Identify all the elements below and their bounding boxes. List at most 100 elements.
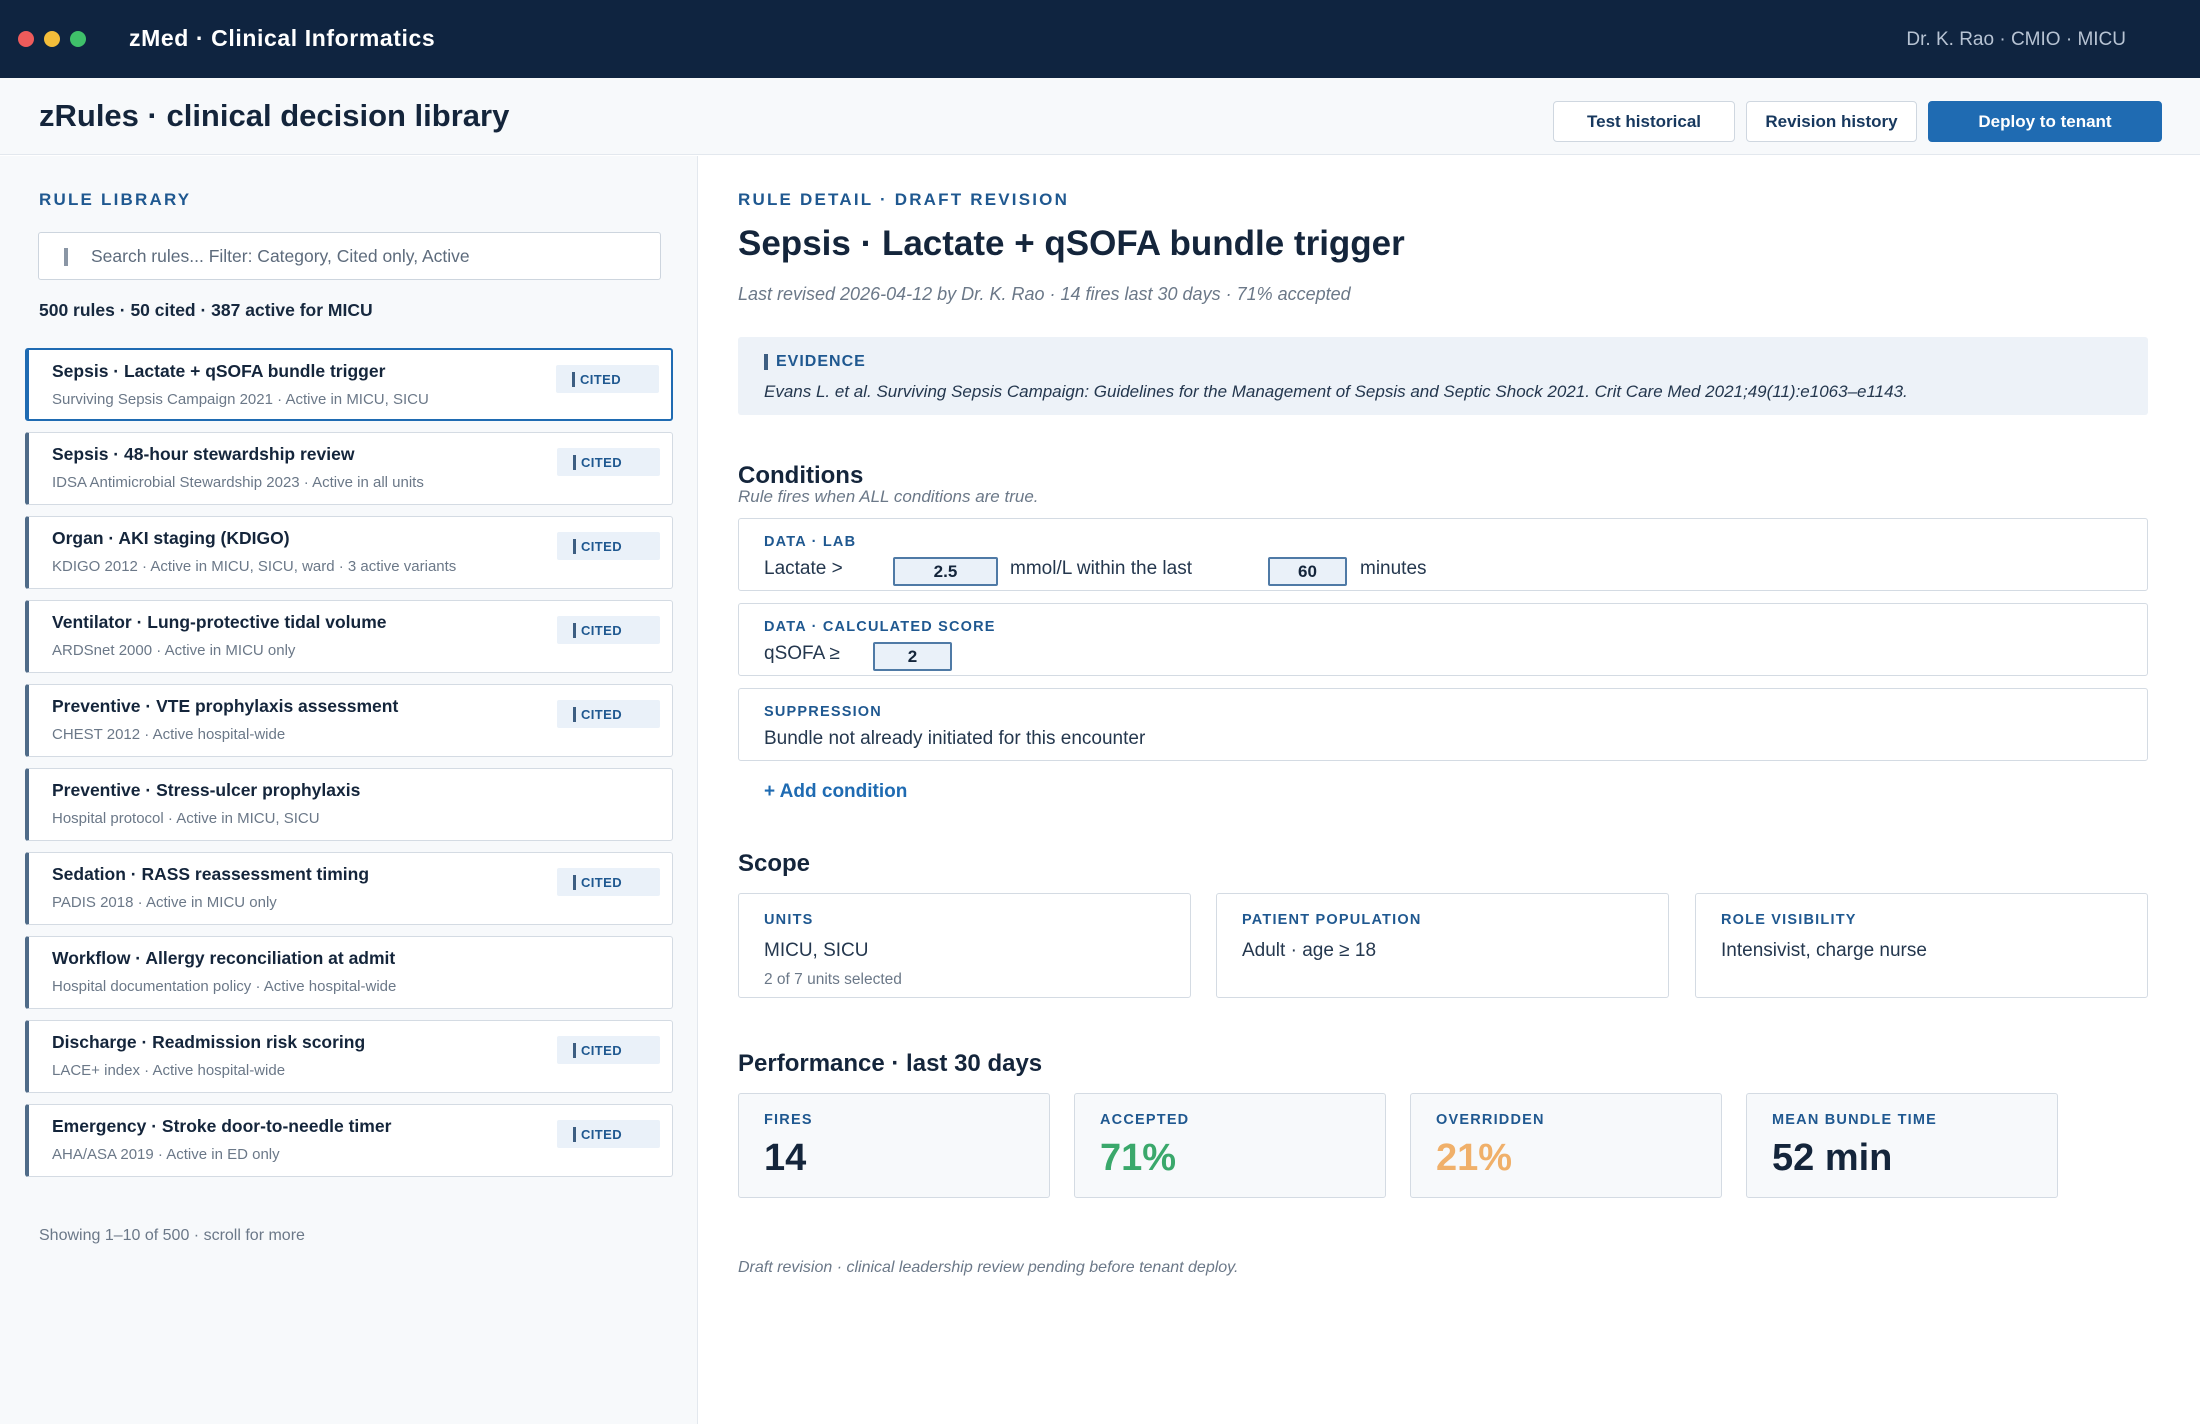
- scope-population-value: Adult · age ≥ 18: [1242, 940, 1377, 961]
- cited-label: CITED: [581, 706, 622, 722]
- rule-item-subtitle: Hospital documentation policy · Active h…: [52, 978, 397, 995]
- condition-kind: SUPPRESSION: [764, 704, 882, 720]
- cited-badge: CITED: [557, 448, 660, 476]
- cited-badge: CITED: [557, 1120, 660, 1148]
- search-placeholder: Search rules... Filter: Category, Cited …: [91, 245, 470, 266]
- rule-item-title: Sedation · RASS reassessment timing: [52, 864, 370, 884]
- cited-label: CITED: [581, 1042, 622, 1058]
- rule-item-title: Sepsis · Lactate + qSOFA bundle trigger: [52, 361, 386, 381]
- perf-fires-value: 14: [764, 1137, 807, 1179]
- add-condition-link[interactable]: + Add condition: [764, 781, 907, 803]
- time-window-input[interactable]: [1268, 557, 1347, 586]
- scope-population-card[interactable]: PATIENT POPULATION Adult · age ≥ 18: [1216, 893, 1669, 998]
- scope-units-label: UNITS: [764, 912, 814, 928]
- cited-label: CITED: [581, 622, 622, 638]
- rule-item-subtitle: LACE+ index · Active hospital-wide: [52, 1062, 286, 1079]
- scope-roles-label: ROLE VISIBILITY: [1721, 912, 1857, 928]
- rule-list-item[interactable]: Ventilator · Lung-protective tidal volum…: [25, 600, 673, 673]
- cited-badge: CITED: [557, 868, 660, 896]
- perf-bundle-time-card: MEAN BUNDLE TIME 52 min: [1746, 1093, 2058, 1198]
- scope-units-note: 2 of 7 units selected: [764, 971, 902, 988]
- revision-history-button[interactable]: Revision history: [1746, 101, 1917, 142]
- scope-roles-value: Intensivist, charge nurse: [1721, 940, 1927, 961]
- user-info[interactable]: Dr. K. Rao · CMIO · MICU: [1906, 29, 2126, 51]
- rule-item-subtitle: Hospital protocol · Active in MICU, SICU: [52, 810, 320, 827]
- rule-item-subtitle: CHEST 2012 · Active hospital-wide: [52, 726, 286, 743]
- rule-item-subtitle: AHA/ASA 2019 · Active in ED only: [52, 1146, 280, 1163]
- perf-bundle-time-value: 52 min: [1772, 1137, 1893, 1179]
- condition-lab-suffix: minutes: [1360, 558, 1427, 579]
- cited-label: CITED: [581, 874, 622, 890]
- condition-lab[interactable]: DATA · LAB Lactate > mmol/L within the l…: [738, 518, 2148, 591]
- citation-bar-icon: [573, 706, 576, 722]
- cited-badge: CITED: [556, 365, 659, 393]
- evidence-box: EVIDENCE Evans L. et al. Surviving Sepsi…: [738, 337, 2148, 415]
- cited-label: CITED: [581, 1126, 622, 1142]
- rule-list-item[interactable]: Sepsis · 48-hour stewardship review IDSA …: [25, 432, 673, 505]
- perf-accepted-card: ACCEPTED 71%: [1074, 1093, 1386, 1198]
- citation-bar-icon: [573, 538, 576, 554]
- cited-badge: CITED: [557, 532, 660, 560]
- rule-item-title: Organ · AKI staging (KDIGO): [52, 528, 290, 548]
- rule-search-input[interactable]: Search rules... Filter: Category, Cited …: [38, 232, 661, 280]
- qsofa-threshold-input[interactable]: [873, 642, 952, 671]
- citation-bar-icon: [573, 622, 576, 638]
- test-historical-button[interactable]: Test historical: [1553, 101, 1735, 142]
- cited-badge: CITED: [557, 616, 660, 644]
- rule-item-title: Emergency · Stroke door-to-needle timer: [52, 1116, 392, 1136]
- condition-score[interactable]: DATA · CALCULATED SCORE qSOFA ≥: [738, 603, 2148, 676]
- text-cursor-icon: [64, 248, 68, 266]
- lactate-threshold-input[interactable]: [893, 557, 998, 586]
- library-count: 500 rules · 50 cited · 387 active for MI…: [39, 300, 373, 320]
- rule-list-item[interactable]: Organ · AKI staging (KDIGO) KDIGO 2012 · …: [25, 516, 673, 589]
- page-header: zRules · clinical decision library Test …: [0, 78, 2200, 155]
- citation-bar-icon: [573, 1042, 576, 1058]
- citation-bar-icon: [572, 371, 575, 387]
- rule-library-label: RULE LIBRARY: [39, 190, 192, 209]
- evidence-citation[interactable]: Evans L. et al. Surviving Sepsis Campaig…: [764, 382, 1908, 402]
- conditions-subtitle: Rule fires when ALL conditions are true.: [738, 487, 1039, 506]
- condition-suppression[interactable]: SUPPRESSION Bundle not already initiated…: [738, 688, 2148, 761]
- rule-item-subtitle: Surviving Sepsis Campaign 2021 · Active …: [52, 391, 429, 408]
- cited-label: CITED: [581, 454, 622, 470]
- perf-overridden-label: OVERRIDDEN: [1436, 1112, 1545, 1128]
- evidence-bar-icon: [764, 354, 768, 370]
- rule-item-subtitle: ARDSnet 2000 · Active in MICU only: [52, 642, 296, 659]
- maximize-window-button[interactable]: [70, 31, 86, 47]
- draft-footer-note: Draft revision · clinical leadership rev…: [738, 1259, 1239, 1276]
- rule-list-item[interactable]: Discharge · Readmission risk scoring LACE…: [25, 1020, 673, 1093]
- condition-score-prefix: qSOFA ≥: [764, 643, 840, 664]
- rule-list-item[interactable]: Sedation · RASS reassessment timing PADIS…: [25, 852, 673, 925]
- rule-list-item[interactable]: Workflow · Allergy reconciliation at adm…: [25, 936, 673, 1009]
- condition-kind: DATA · LAB: [764, 534, 857, 550]
- citation-bar-icon: [573, 1126, 576, 1142]
- rule-item-subtitle: PADIS 2018 · Active in MICU only: [52, 894, 277, 911]
- condition-kind: DATA · CALCULATED SCORE: [764, 619, 996, 635]
- condition-lab-prefix: Lactate >: [764, 558, 843, 579]
- perf-accepted-value: 71%: [1100, 1137, 1177, 1179]
- rule-item-subtitle: KDIGO 2012 · Active in MICU, SICU, ward …: [52, 558, 457, 575]
- close-window-button[interactable]: [18, 31, 34, 47]
- perf-overridden-value: 21%: [1436, 1137, 1513, 1179]
- condition-lab-unit: mmol/L within the last: [1010, 558, 1192, 579]
- cited-badge: CITED: [557, 1036, 660, 1064]
- minimize-window-button[interactable]: [44, 31, 60, 47]
- rule-item-title: Discharge · Readmission risk scoring: [52, 1032, 366, 1052]
- rule-list-item[interactable]: Preventive · Stress-ulcer prophylaxis Hos…: [25, 768, 673, 841]
- deploy-to-tenant-button[interactable]: Deploy to tenant: [1928, 101, 2162, 142]
- rule-item-title: Ventilator · Lung-protective tidal volum…: [52, 612, 387, 632]
- scope-heading: Scope: [738, 850, 811, 877]
- scope-roles-card[interactable]: ROLE VISIBILITY Intensivist, charge nurs…: [1695, 893, 2148, 998]
- page-title: zRules · clinical decision library: [39, 98, 510, 133]
- scope-population-label: PATIENT POPULATION: [1242, 912, 1422, 928]
- rule-list-item[interactable]: Emergency · Stroke door-to-needle timer A…: [25, 1104, 673, 1177]
- performance-heading: Performance · last 30 days: [738, 1050, 1043, 1077]
- evidence-label: EVIDENCE: [776, 353, 866, 370]
- scope-units-card[interactable]: UNITS MICU, SICU 2 of 7 units selected: [738, 893, 1191, 998]
- perf-bundle-time-label: MEAN BUNDLE TIME: [1772, 1112, 1937, 1128]
- rule-list-item[interactable]: Sepsis · Lactate + qSOFA bundle trigger S…: [25, 348, 673, 421]
- cited-label: CITED: [580, 371, 621, 387]
- rule-item-title: Preventive · Stress-ulcer prophylaxis: [52, 780, 361, 800]
- rule-list-item[interactable]: Preventive · VTE prophylaxis assessment C…: [25, 684, 673, 757]
- rule-item-title: Workflow · Allergy reconciliation at adm…: [52, 948, 396, 968]
